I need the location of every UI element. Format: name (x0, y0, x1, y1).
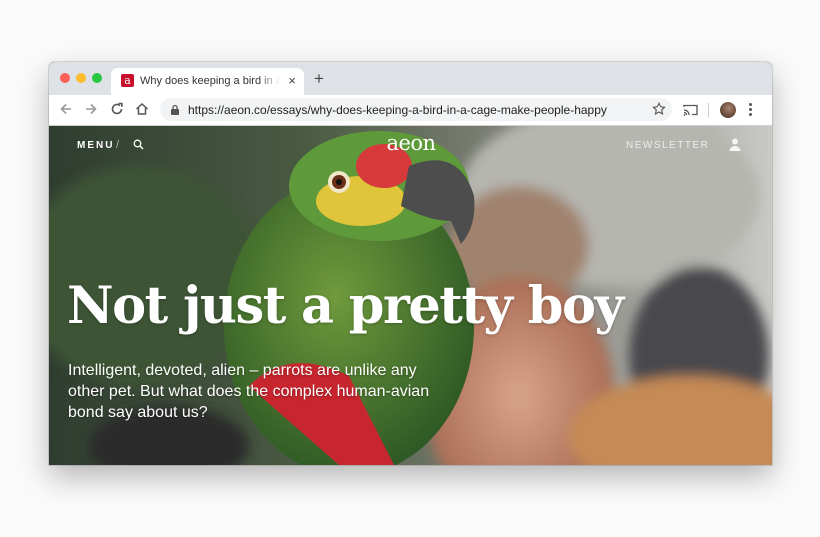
reload-icon[interactable] (109, 101, 125, 117)
cast-icon[interactable] (683, 103, 698, 117)
close-window-button[interactable] (60, 73, 70, 83)
nav-separator: / (116, 139, 120, 151)
lock-icon (171, 104, 179, 115)
tab-title: Why does keeping a bird in a cage make p… (140, 75, 280, 87)
kebab-menu-icon[interactable] (749, 103, 753, 117)
address-bar[interactable]: https://aeon.co/essays/why-does-keeping-… (160, 98, 672, 121)
browser-tab-active[interactable]: a Why does keeping a bird in a cage make… (111, 68, 304, 95)
tab-strip: a Why does keeping a bird in a cage make… (49, 62, 772, 95)
tab-close-button[interactable]: × (288, 73, 296, 89)
aeon-favicon-icon: a (121, 74, 134, 87)
aeon-logo[interactable]: aeon (379, 131, 443, 155)
profile-icon[interactable] (720, 102, 736, 118)
minimize-window-button[interactable] (76, 73, 86, 83)
forward-icon[interactable] (83, 101, 99, 117)
new-tab-button[interactable]: + (314, 70, 324, 87)
page-content: MENU / aeon NEWSLETTER Not just a pretty… (49, 126, 772, 465)
browser-window: a Why does keeping a bird in a cage make… (49, 62, 772, 465)
maximize-window-button[interactable] (92, 73, 102, 83)
article-standfirst: Intelligent, devoted, alien – parrots ar… (68, 362, 430, 421)
article-headline[interactable]: Not just a pretty boy (67, 276, 757, 336)
browser-toolbar: https://aeon.co/essays/why-does-keeping-… (49, 95, 772, 126)
back-icon[interactable] (58, 101, 74, 117)
user-icon[interactable] (729, 138, 741, 151)
toolbar-divider (708, 103, 709, 117)
url-text: https://aeon.co/essays/why-does-keeping-… (188, 103, 607, 117)
star-icon[interactable] (652, 102, 666, 116)
menu-button[interactable]: MENU (77, 140, 114, 151)
newsletter-link[interactable]: NEWSLETTER (626, 140, 709, 151)
home-icon[interactable] (134, 101, 150, 117)
search-icon[interactable] (133, 139, 144, 150)
